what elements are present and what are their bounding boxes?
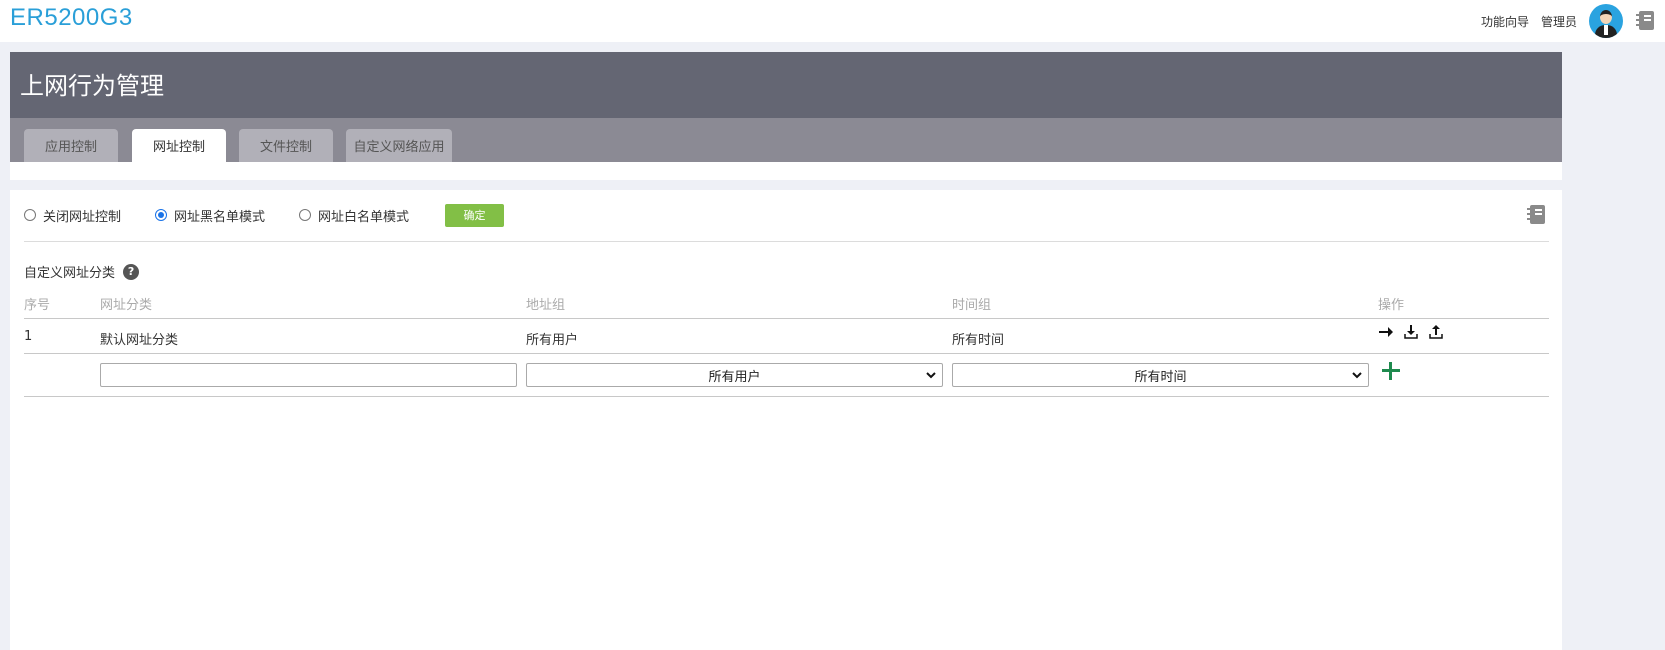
- help-icon[interactable]: ?: [123, 263, 140, 280]
- address-group-select[interactable]: 所有用户: [526, 363, 943, 387]
- tab-content-strip: [10, 162, 1562, 180]
- radio-button[interactable]: [155, 209, 168, 221]
- radio-blacklist-mode[interactable]: 网址黑名单模式: [155, 206, 265, 225]
- confirm-button[interactable]: 确定: [445, 203, 505, 227]
- column-header-actions: 操作: [1378, 298, 1405, 313]
- top-right-actions: 功能向导 管理员: [1481, 4, 1655, 38]
- cell-category: 默认网址分类: [100, 333, 179, 348]
- wizard-link[interactable]: 功能向导: [1481, 13, 1529, 30]
- cell-address-group: 所有用户: [526, 333, 579, 348]
- user-menu[interactable]: 管理员: [1541, 13, 1577, 30]
- cell-time-group: 所有时间: [952, 333, 1005, 348]
- tab-app-control[interactable]: 应用控制: [24, 129, 118, 162]
- column-header-index: 序号: [24, 298, 51, 313]
- url-category-input[interactable]: [100, 363, 517, 387]
- main-panel: 关闭网址控制 网址黑名单模式 网址白名单模式 确定 自定义网址分类 ? 序号 网…: [10, 190, 1562, 650]
- chevron-down-icon: [926, 372, 936, 379]
- address-group-selected: 所有用户: [708, 369, 761, 385]
- column-header-address-group: 地址组: [526, 298, 566, 313]
- page-header: 上网行为管理: [10, 52, 1562, 118]
- tab-bar: 应用控制 网址控制 文件控制 自定义网络应用: [10, 118, 1562, 162]
- time-group-selected: 所有时间: [1134, 369, 1187, 385]
- table-header-divider: [24, 318, 1549, 319]
- radio-disable-url-control[interactable]: 关闭网址控制: [24, 206, 121, 225]
- top-bar: ER5200G3 功能向导 管理员: [0, 0, 1665, 42]
- tab-url-control[interactable]: 网址控制: [132, 129, 226, 162]
- table-bottom-divider: [24, 396, 1549, 397]
- avatar[interactable]: [1589, 4, 1623, 38]
- row-divider: [24, 353, 1549, 354]
- upload-icon[interactable]: [1428, 324, 1443, 340]
- notebook-icon[interactable]: [1635, 10, 1655, 32]
- radio-button[interactable]: [299, 209, 312, 221]
- tab-custom-app[interactable]: 自定义网络应用: [346, 129, 452, 162]
- add-icon[interactable]: [1382, 362, 1400, 380]
- section-title: 自定义网址分类 ?: [24, 262, 140, 281]
- radio-whitelist-mode[interactable]: 网址白名单模式: [299, 206, 409, 225]
- app-title: ER5200G3: [10, 4, 133, 31]
- arrow-right-icon[interactable]: [1378, 324, 1393, 340]
- row-actions: [1378, 324, 1443, 340]
- mode-selector: 关闭网址控制 网址黑名单模式 网址白名单模式 确定: [24, 203, 505, 227]
- page-title: 上网行为管理: [20, 72, 164, 100]
- radio-button[interactable]: [24, 209, 36, 221]
- section-title-text: 自定义网址分类: [24, 266, 116, 281]
- notebook-icon[interactable]: [1526, 204, 1546, 226]
- chevron-down-icon: [1352, 372, 1362, 379]
- radio-label: 关闭网址控制: [43, 209, 122, 225]
- divider: [24, 241, 1549, 242]
- radio-label: 网址白名单模式: [318, 209, 410, 225]
- time-group-select[interactable]: 所有时间: [952, 363, 1369, 387]
- column-header-category: 网址分类: [100, 298, 153, 313]
- download-icon[interactable]: [1403, 324, 1418, 340]
- column-header-time-group: 时间组: [952, 298, 992, 313]
- tab-file-control[interactable]: 文件控制: [239, 129, 333, 162]
- cell-index: 1: [24, 329, 33, 344]
- radio-label: 网址黑名单模式: [174, 209, 266, 225]
